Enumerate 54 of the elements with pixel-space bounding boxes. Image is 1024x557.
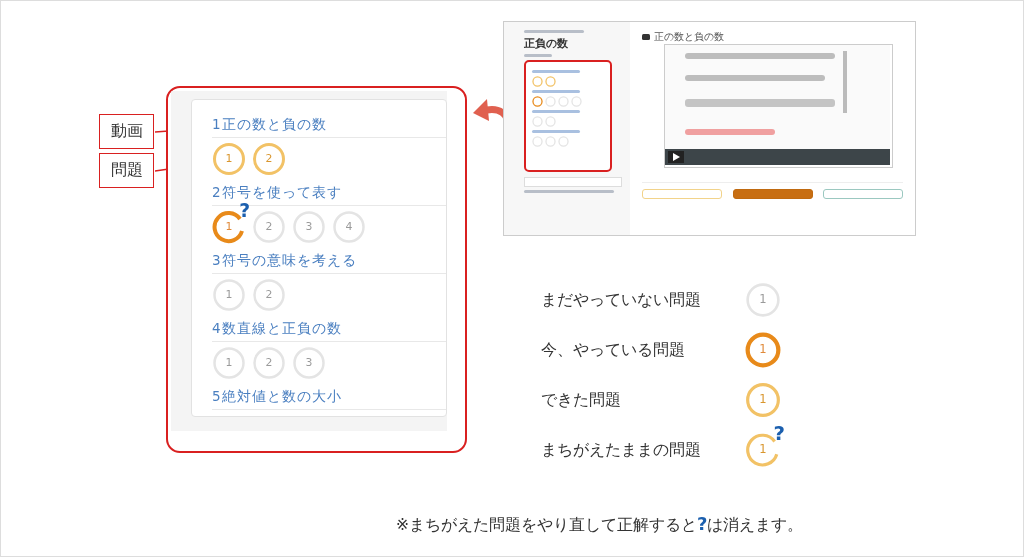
problem-circle [571,96,582,107]
problem-number: 3 [304,221,314,233]
problem-number: 1 [758,294,768,306]
text-line [524,30,584,33]
legend-text: まちがえたままの問題 [541,439,701,461]
text-line [532,70,580,73]
unit-link[interactable]: 3符号の意味を考える [212,250,446,274]
callout-label: 問題 [99,153,154,188]
problem-number: 2 [264,357,274,369]
problem-circle [558,96,569,107]
legend-text: 今、やっている問題 [541,339,685,361]
text-line [524,54,552,57]
problem-circle [532,136,543,147]
problem-number: 2 [264,221,274,233]
problem-circle [545,96,556,107]
text-line [532,90,580,93]
problem-circle [532,76,543,87]
unit-link[interactable]: 1正の数と負の数 [212,114,446,138]
problem-circle[interactable] [745,332,781,368]
problem-circle [545,136,556,147]
button[interactable] [823,189,903,199]
text-line [532,110,580,113]
problem-number: 2 [264,289,274,301]
button[interactable] [732,189,813,199]
problem-circle[interactable] [252,142,286,176]
callout-label: 動画 [99,114,154,149]
problem-number: 4 [344,221,354,233]
problem-number: 3 [304,357,314,369]
unit-link[interactable]: 4数直線と正負の数 [212,318,446,342]
problem-number: 1 [224,153,234,165]
page-title: 正負の数 [524,36,569,51]
problem-circle [545,116,556,127]
question-mark-icon: ? [773,424,785,444]
video-title: 正の数と負の数 [654,30,724,44]
unit-link[interactable]: 5絶対値と数の大小 [212,386,446,410]
input-field[interactable] [524,177,622,187]
problem-circle[interactable] [745,382,781,418]
problem-circle [532,116,543,127]
problem-number: 1 [224,357,234,369]
legend-text: まだやっていない問題 [541,289,701,311]
footnote: ※まちがえた問題をやり直して正解すると?は消えます。 [396,513,804,536]
problem-number: 1 [758,344,768,356]
problem-number: 1 [758,444,768,456]
problem-circle [532,96,543,107]
legend-text: できた問題 [541,389,621,411]
problem-number: 1 [758,394,768,406]
problem-number: 1 [224,289,234,301]
problem-number: 1 [224,221,234,233]
problem-circle [545,76,556,87]
problem-circle [558,136,569,147]
problem-number: 2 [264,153,274,165]
text-line [532,130,580,133]
video-icon [642,34,650,40]
problem-circle[interactable] [212,142,246,176]
